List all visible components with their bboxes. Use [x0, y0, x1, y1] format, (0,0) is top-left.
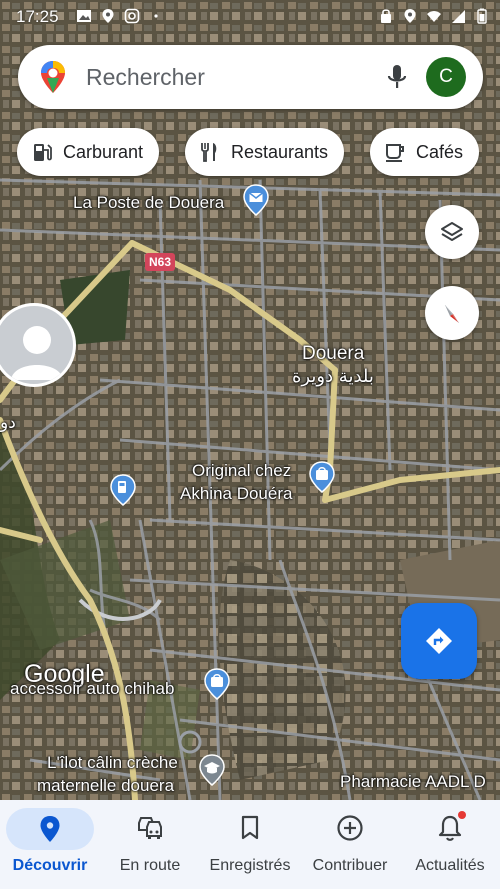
- place-label-maternelle-douera[interactable]: maternelle douera: [37, 776, 174, 796]
- place-label-douera-arabic[interactable]: بلدية دويرة: [292, 367, 374, 387]
- dot-icon: [154, 14, 158, 18]
- nav-actualites[interactable]: Actualités: [400, 800, 500, 889]
- status-time: 17:25: [16, 7, 59, 26]
- location-pin-icon: [40, 816, 60, 842]
- image-icon: [77, 10, 91, 22]
- nav-label: Actualités: [415, 857, 485, 874]
- route-shield-n63: N63: [145, 253, 176, 271]
- chip-cafes[interactable]: Cafés: [370, 128, 480, 176]
- cars-icon: [138, 817, 162, 839]
- notification-badge: [458, 811, 466, 819]
- coffee-cup-icon: [386, 144, 404, 162]
- nav-label: Enregistrés: [209, 857, 291, 874]
- wifi-icon: [427, 11, 441, 22]
- map-view[interactable]: La Poste de Douera N63 Douera بلدية دوير…: [0, 0, 500, 800]
- school-pin-icon[interactable]: [199, 754, 225, 786]
- layers-button[interactable]: [425, 205, 479, 259]
- chip-restaurants[interactable]: Restaurants: [185, 128, 345, 176]
- gas-station-icon: [34, 144, 52, 161]
- place-label-la-poste[interactable]: La Poste de Douera: [73, 193, 224, 213]
- chip-carburant[interactable]: Carburant: [17, 128, 160, 176]
- signal-icon: [452, 10, 465, 23]
- search-bar[interactable]: Rechercher C: [18, 45, 483, 109]
- place-label-ilot-calin[interactable]: L'îlot câlin crèche: [47, 753, 178, 773]
- shopping-bag-pin-icon[interactable]: [309, 461, 335, 493]
- directions-icon: [426, 628, 452, 654]
- bottom-navigation: Découvrir En route Enregistrés Contribue…: [0, 800, 500, 889]
- directions-button[interactable]: [401, 603, 477, 679]
- gas-station-pin-icon[interactable]: [110, 474, 136, 506]
- layers-icon: [441, 222, 463, 241]
- compass-button[interactable]: [425, 286, 479, 340]
- microphone-icon[interactable]: [386, 63, 408, 91]
- mail-pin-icon[interactable]: [243, 184, 269, 216]
- nav-label: Contribuer: [312, 857, 388, 874]
- fork-knife-icon: [201, 143, 217, 162]
- place-label-douera[interactable]: Douera: [302, 343, 364, 365]
- search-input[interactable]: Rechercher: [86, 64, 205, 91]
- google-maps-pin-icon: [41, 61, 65, 93]
- account-avatar[interactable]: C: [426, 57, 466, 97]
- lock-notification-icon: [381, 9, 391, 23]
- place-label-arabic-fragment: دو: [0, 413, 16, 433]
- chip-label: Carburant: [63, 141, 144, 162]
- instagram-icon: [124, 8, 140, 24]
- location-icon: [404, 9, 416, 23]
- nav-contribuer[interactable]: Contribuer: [300, 800, 400, 889]
- battery-icon: [477, 8, 487, 24]
- add-circle-icon: [337, 815, 363, 841]
- nav-label: En route: [119, 857, 181, 874]
- nav-enregistres[interactable]: Enregistrés: [200, 800, 300, 889]
- nav-en-route[interactable]: En route: [100, 800, 200, 889]
- compass-icon: [444, 304, 460, 324]
- bookmark-icon: [241, 815, 259, 840]
- place-label-akhina-douera[interactable]: Akhina Douéra: [180, 484, 292, 504]
- place-label-pharmacie-aadl[interactable]: Pharmacie AADL D: [340, 772, 486, 792]
- shopping-bag-pin-icon[interactable]: [204, 668, 230, 700]
- place-label-accessoir-auto[interactable]: accessoir auto chihab: [10, 679, 174, 699]
- location-icon: [102, 9, 114, 23]
- nav-label: Découvrir: [12, 857, 88, 874]
- place-label-original-chez[interactable]: Original chez: [192, 461, 291, 481]
- nav-decouvrir[interactable]: Découvrir: [0, 800, 100, 889]
- chip-label: Restaurants: [231, 141, 329, 162]
- status-bar: 17:25: [0, 0, 500, 34]
- chip-label: Cafés: [416, 141, 464, 162]
